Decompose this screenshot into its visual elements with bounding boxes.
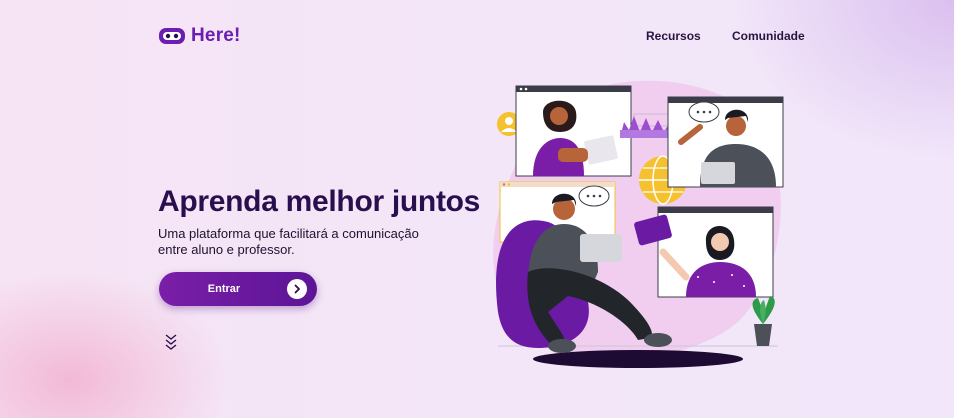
navbar: Here! Recursos Comunidade [0, 0, 954, 72]
logo[interactable]: Here! [158, 25, 241, 47]
brand-name: Here! [191, 25, 241, 46]
speech-bubble-icon [688, 101, 720, 123]
hero-title: Aprenda melhor juntos [158, 185, 481, 218]
video-window-4 [657, 206, 774, 298]
enter-button[interactable]: Entrar [159, 272, 317, 306]
video-window-1 [515, 85, 632, 177]
speech-bubble-icon [578, 185, 610, 207]
robot-face-icon [159, 28, 185, 44]
hero-subtitle: Uma plataforma que facilitará a comunica… [158, 226, 448, 258]
chevron-right-icon [287, 279, 307, 299]
online-learning-illustration [493, 80, 784, 368]
video-window-2 [667, 96, 784, 188]
potted-plant-icon [752, 296, 775, 346]
nav-link-recursos[interactable]: Recursos [646, 29, 701, 43]
enter-button-label: Entrar [207, 283, 241, 295]
double-chevron-down-icon[interactable] [163, 333, 179, 353]
nav-link-comunidade[interactable]: Comunidade [732, 29, 805, 43]
hero-subtitle-line-2: entre aluno e professor. [158, 242, 295, 257]
hero-subtitle-line-1: Uma plataforma que facilitará a comunica… [158, 226, 419, 241]
